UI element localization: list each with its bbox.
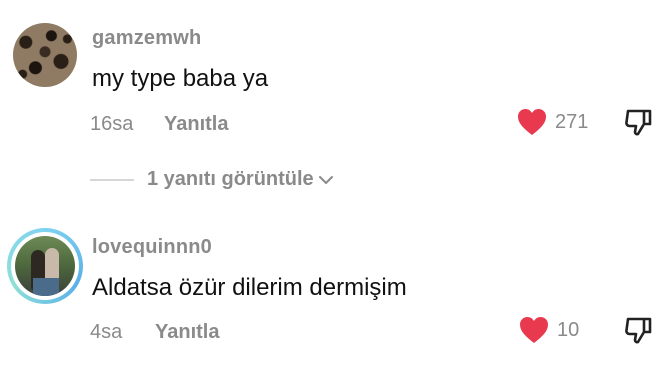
thumbs-down-icon	[625, 109, 652, 136]
view-replies-label: 1 yanıtı görüntüle	[147, 168, 314, 190]
thumbs-down-icon	[625, 317, 652, 344]
view-replies-button[interactable]: 1 yanıtı görüntüle	[90, 168, 334, 191]
avatar-photo	[15, 236, 75, 296]
comment-text: Aldatsa özür dilerim dermişim	[92, 274, 407, 301]
comment-text: my type baba ya	[92, 65, 269, 92]
comment-timestamp: 16sa	[90, 113, 134, 135]
reply-button[interactable]: Yanıtla	[155, 321, 219, 344]
like-count: 10	[557, 318, 580, 341]
dislike-button[interactable]	[624, 107, 654, 142]
comment-timestamp: 4sa	[90, 321, 123, 343]
avatar-ring	[11, 232, 79, 300]
heart-icon	[518, 109, 546, 135]
chevron-down-icon	[318, 175, 333, 184]
divider	[90, 178, 134, 181]
avatar[interactable]	[7, 228, 83, 304]
avatar[interactable]	[13, 23, 77, 87]
like-button[interactable]: 271	[517, 108, 588, 136]
comment-username[interactable]: lovequinnn0	[92, 236, 212, 259]
like-button[interactable]: 10	[519, 316, 579, 344]
heart-icon	[520, 317, 548, 343]
dislike-button[interactable]	[624, 315, 654, 350]
reply-button[interactable]: Yanıtla	[164, 113, 228, 136]
like-count: 271	[555, 110, 589, 133]
comment-username[interactable]: gamzemwh	[92, 27, 201, 50]
